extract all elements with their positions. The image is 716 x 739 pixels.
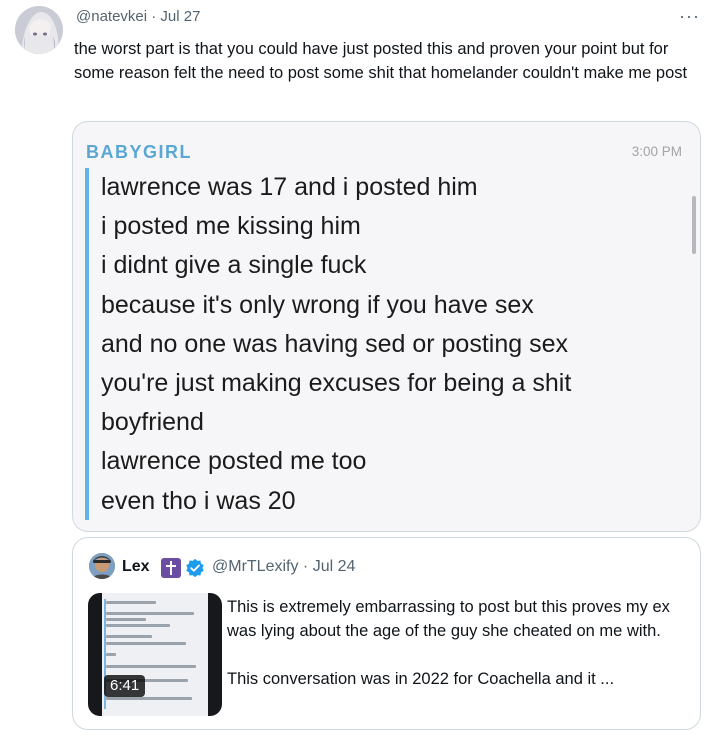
message-line: lawrence was 17 and i posted him bbox=[101, 173, 478, 201]
verified-badge-icon bbox=[185, 558, 205, 578]
more-options-icon[interactable]: ··· bbox=[679, 6, 700, 27]
quoted-tweet[interactable]: Lex @MrTLexify · Jul 24 6:41 This is ext… bbox=[72, 537, 701, 730]
message-quote-bar bbox=[85, 168, 89, 520]
thumbnail-text-line bbox=[106, 635, 152, 638]
thumbnail-text-line bbox=[106, 601, 156, 604]
scrollbar bbox=[692, 196, 696, 254]
thumbnail-text-line bbox=[106, 653, 116, 656]
thumbnail-text-line bbox=[106, 697, 192, 700]
message-line: because it's only wrong if you have sex bbox=[101, 290, 534, 319]
quoted-text-paragraph: This conversation was in 2022 for Coache… bbox=[227, 670, 615, 688]
message-line: boyfriend bbox=[101, 408, 204, 437]
thumbnail-text-line bbox=[106, 665, 196, 668]
quoted-author-avatar[interactable] bbox=[89, 553, 115, 579]
message-line: you're just making excuses for being a s… bbox=[101, 369, 572, 398]
quoted-text-paragraph: This is extremely embarrassing to post b… bbox=[227, 598, 670, 640]
thumbnail-text-line bbox=[106, 618, 146, 621]
quoted-tweet-text: This is extremely embarrassing to post b… bbox=[227, 595, 687, 691]
latin-cross-icon bbox=[161, 558, 181, 578]
message-line: lawrence posted me too bbox=[101, 447, 367, 476]
message-sender: BABYGIRL bbox=[86, 142, 192, 162]
thumbnail-text-line bbox=[106, 612, 194, 615]
author-avatar[interactable] bbox=[15, 6, 63, 54]
message-body: lawrence was 17 and i posted him i poste… bbox=[101, 168, 571, 521]
video-duration-badge: 6:41 bbox=[104, 675, 146, 697]
tweet-media-image[interactable]: BABYGIRL 3:00 PM lawrence was 17 and i p… bbox=[72, 121, 701, 532]
message-line: and no one was having sed or posting sex bbox=[101, 329, 568, 358]
tweet-text: the worst part is that you could have ju… bbox=[74, 40, 688, 82]
message-line: i didnt give a single fuck bbox=[101, 251, 367, 280]
thumbnail-border bbox=[208, 593, 222, 716]
message-time: 3:00 PM bbox=[631, 144, 682, 159]
author-handle-and-date[interactable]: @natevkei · Jul 27 bbox=[76, 8, 200, 25]
quoted-video-thumbnail[interactable] bbox=[88, 593, 222, 716]
message-line: even tho i was 20 bbox=[101, 486, 296, 515]
thumbnail-border bbox=[88, 593, 102, 716]
thumbnail-text-line bbox=[106, 624, 170, 627]
quoted-author-name[interactable]: Lex bbox=[122, 558, 150, 576]
thumbnail-text-line bbox=[106, 642, 186, 645]
quoted-handle-and-date[interactable]: @MrTLexify · Jul 24 bbox=[212, 558, 355, 576]
message-line: i posted me kissing him bbox=[101, 212, 361, 241]
